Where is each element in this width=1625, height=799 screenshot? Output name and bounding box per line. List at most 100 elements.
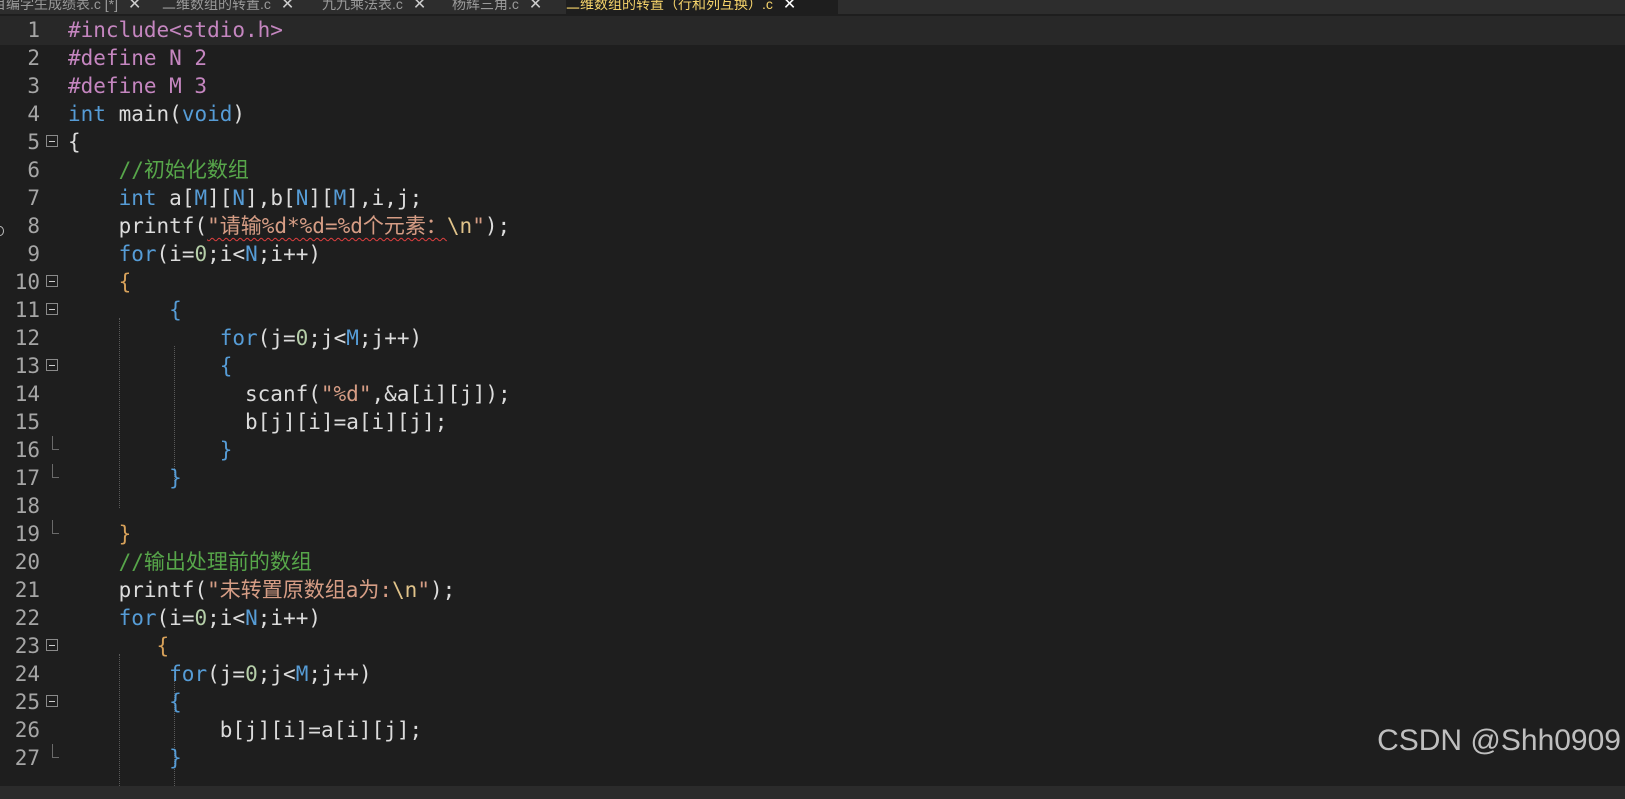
close-icon[interactable]: ✕ (128, 0, 141, 13)
code-token: ; (207, 242, 220, 266)
code-line[interactable]: 16 } (0, 436, 1625, 465)
code-token: < (232, 606, 246, 630)
code-token: = (181, 242, 195, 266)
code-line[interactable]: 1 #include<stdio.h> (0, 16, 1625, 45)
code-line[interactable]: 12 for(j=0;j<M;j++) (0, 324, 1625, 353)
line-number: 15 (14, 410, 40, 434)
fold-collapse-icon[interactable] (46, 135, 58, 147)
code-token: N (232, 186, 246, 210)
code-token: ][ (358, 718, 385, 742)
code-editor[interactable]: 1 #include<stdio.h> 2 #define N 2 3 #define M… (0, 16, 1625, 786)
code-text: for(i=0;i<N;i++) (68, 604, 321, 633)
code-token: //初始化数组 (118, 158, 249, 182)
code-token: j (384, 718, 397, 742)
tab-1[interactable]: 目编学生成绩表.c [*] ✕ (0, 0, 160, 14)
tab-3[interactable]: 九九乘法表.c ✕ (322, 0, 450, 14)
code-line[interactable]: 8 printf("请输%d*%d=%d个元素：\n"); (0, 212, 1625, 241)
code-line[interactable]: 18 (0, 492, 1625, 521)
tab-2[interactable]: 二维数组的转置.c ✕ (162, 0, 320, 14)
code-token: b (219, 718, 233, 742)
code-token: ( (156, 242, 170, 266)
horizontal-scrollbar[interactable] (0, 786, 1625, 799)
code-line[interactable]: 25 { (0, 688, 1625, 717)
code-token: \n (446, 214, 473, 238)
fold-end-marker (52, 436, 59, 450)
code-line[interactable]: 4 int main(void) (0, 100, 1625, 129)
fold-end-marker (52, 744, 59, 758)
line-number: 23 (14, 634, 40, 658)
code-line[interactable]: 14 scanf("%d",&a[i][j]); (0, 380, 1625, 409)
code-line[interactable]: 6 //初始化数组 (0, 156, 1625, 185)
close-icon[interactable]: ✕ (529, 0, 542, 13)
watermark: CSDN @Shh0909 (1377, 724, 1621, 757)
code-line[interactable]: 15 b[j][i]=a[i][j]; (0, 408, 1625, 437)
code-line[interactable]: 7 int a[M][N],b[N][M],i,j; (0, 184, 1625, 213)
code-token: i (270, 606, 284, 630)
code-token: a (156, 186, 182, 210)
code-token: { (68, 130, 81, 154)
code-token: b (270, 186, 284, 210)
line-number: 24 (14, 662, 40, 686)
close-icon[interactable]: ✕ (413, 0, 426, 13)
code-token: , (384, 186, 397, 210)
fold-collapse-icon[interactable] (46, 695, 58, 707)
tab-label: 二维数组的转置（行和列互换）.c (566, 0, 773, 12)
fold-collapse-icon[interactable] (46, 303, 58, 315)
code-token: i (308, 410, 321, 434)
fold-collapse-icon[interactable] (46, 359, 58, 371)
code-token: ( (156, 606, 170, 630)
code-line[interactable]: 11 { (0, 296, 1625, 325)
code-text: } (68, 464, 182, 493)
code-line[interactable]: 9 for(i=0;i<N;i++) (0, 240, 1625, 269)
code-text: { (68, 352, 233, 381)
line-number: 18 (14, 494, 40, 518)
code-token: ]= (320, 410, 347, 434)
code-token: ][ (308, 186, 334, 210)
code-text: } (68, 744, 182, 773)
code-line[interactable]: 5{ (0, 128, 1625, 157)
code-token: ; (257, 242, 271, 266)
code-token: " (417, 578, 430, 602)
tab-5[interactable]: 二维数组的转置（行和列互换）.c ✕ (566, 0, 838, 14)
code-text: for(j=0;j<M;j++) (68, 324, 422, 353)
tab-4[interactable]: 杨辉三角.c ✕ (452, 0, 564, 14)
code-line[interactable]: 3 #define M 3 (0, 72, 1625, 101)
code-token: { (156, 634, 170, 658)
code-line[interactable]: 20 //输出处理前的数组 (0, 548, 1625, 577)
code-token: j (270, 326, 283, 350)
code-token: 0 (194, 242, 208, 266)
code-token: ; (207, 606, 220, 630)
code-text: } (68, 436, 233, 465)
line-number: 4 (27, 102, 40, 126)
code-token: ++) (333, 662, 372, 686)
close-icon[interactable]: ✕ (783, 0, 796, 13)
code-line[interactable]: 2 #define N 2 (0, 44, 1625, 73)
code-line[interactable]: 23 { (0, 632, 1625, 661)
code-line[interactable]: 13 { (0, 352, 1625, 381)
code-line[interactable]: 17 } (0, 464, 1625, 493)
line-number: 21 (14, 578, 40, 602)
close-icon[interactable]: ✕ (281, 0, 294, 13)
code-token: j (371, 326, 385, 350)
code-token: i (371, 186, 385, 210)
code-line[interactable]: 22 for(i=0;i<N;i++) (0, 604, 1625, 633)
line-number: 26 (14, 718, 40, 742)
code-line[interactable]: 19 } (0, 520, 1625, 549)
fold-collapse-icon[interactable] (46, 275, 58, 287)
code-token: "请输%d*%d=%d个元素： (207, 214, 447, 238)
code-token: #define M 3 (68, 74, 208, 98)
code-token: i (282, 718, 296, 742)
fold-collapse-icon[interactable] (46, 639, 58, 651)
code-line[interactable]: 24 for(j=0;j<M;j++) (0, 660, 1625, 689)
code-token: for (169, 662, 208, 686)
code-line[interactable]: 21 printf("未转置原数组a为:\n"); (0, 576, 1625, 605)
code-line[interactable]: 10 { (0, 268, 1625, 297)
code-text: #define M 3 (68, 72, 207, 101)
code-token: ][ (434, 382, 461, 406)
